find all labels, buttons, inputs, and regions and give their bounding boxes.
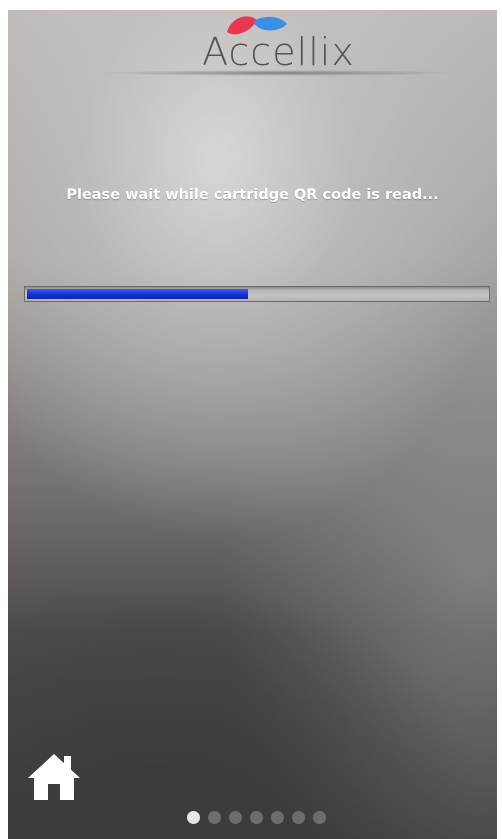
app-screen: Accellix Please wait while cartridge QR … bbox=[8, 10, 497, 839]
brand-header: Accellix bbox=[8, 10, 497, 90]
brand-wordmark: Accellix bbox=[202, 30, 355, 74]
status-message: Please wait while cartridge QR code is r… bbox=[66, 187, 439, 203]
page-dot[interactable] bbox=[229, 811, 242, 824]
progress-bar-fill bbox=[27, 289, 248, 299]
progress-bar bbox=[24, 286, 490, 302]
page-dot[interactable] bbox=[313, 811, 326, 824]
home-button[interactable] bbox=[26, 752, 82, 806]
page-indicator bbox=[187, 811, 326, 824]
page-dot-active[interactable] bbox=[187, 811, 200, 824]
page-dot[interactable] bbox=[250, 811, 263, 824]
page-dot[interactable] bbox=[292, 811, 305, 824]
page-dot[interactable] bbox=[208, 811, 221, 824]
brand-underline bbox=[98, 70, 458, 76]
page-dot[interactable] bbox=[271, 811, 284, 824]
home-icon bbox=[28, 754, 80, 800]
